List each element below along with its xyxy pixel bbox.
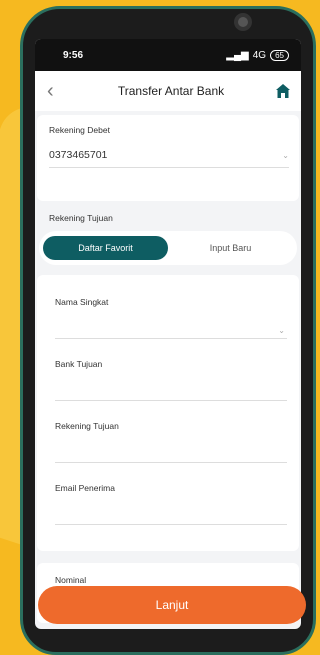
divider: [55, 524, 287, 525]
divider: [55, 400, 287, 401]
status-bar: 9:56 ▂▄▆ 4G 65: [35, 39, 301, 71]
bank-tujuan-field[interactable]: Bank Tujuan: [55, 349, 287, 411]
nama-singkat-field[interactable]: Nama Singkat ⌄: [55, 287, 287, 349]
lanjut-button[interactable]: Lanjut: [38, 586, 306, 624]
rekening-tujuan-field[interactable]: Rekening Tujuan: [55, 411, 287, 473]
camera-icon: [234, 13, 252, 31]
status-time: 9:56: [63, 49, 84, 61]
content: Rekening Debet 0373465701 ⌄ Rekening Tuj…: [35, 115, 301, 623]
email-penerima-field[interactable]: Email Penerima: [55, 473, 287, 535]
network-label: 4G: [252, 49, 267, 61]
tujuan-label: Rekening Tujuan: [49, 213, 113, 223]
chevron-down-icon: ⌄: [282, 150, 289, 160]
tab-daftar-favorit[interactable]: Daftar Favorit: [43, 236, 168, 260]
debet-value: 0373465701: [49, 149, 108, 161]
signal-icon: ▂▄▆: [226, 49, 249, 61]
nominal-label: Nominal: [55, 575, 87, 585]
chevron-left-icon[interactable]: ‹: [47, 81, 67, 101]
app-bar: ‹ Transfer Antar Bank: [35, 71, 301, 111]
home-icon[interactable]: [275, 83, 291, 99]
divider: [55, 338, 287, 339]
nama-singkat-label: Nama Singkat: [55, 297, 109, 307]
status-indicators: ▂▄▆ 4G 65: [226, 49, 289, 61]
debet-select[interactable]: 0373465701 ⌄: [49, 149, 289, 168]
chevron-down-icon: ⌄: [278, 326, 285, 335]
email-penerima-label: Email Penerima: [55, 483, 115, 493]
battery-icon: 65: [270, 49, 289, 61]
phone-frame: 9:56 ▂▄▆ 4G 65 ‹ Transfer Antar Bank Rek…: [20, 6, 316, 655]
debet-label: Rekening Debet: [49, 125, 110, 135]
app-screen: 9:56 ▂▄▆ 4G 65 ‹ Transfer Antar Bank Rek…: [35, 39, 301, 629]
tab-input-baru[interactable]: Input Baru: [168, 236, 293, 260]
recipient-form: Nama Singkat ⌄ Bank Tujuan Rekening Tuju…: [37, 275, 299, 551]
divider: [55, 462, 287, 463]
page-title: Transfer Antar Bank: [117, 84, 225, 98]
debet-card: Rekening Debet 0373465701 ⌄: [37, 115, 299, 201]
rekening-tujuan-label: Rekening Tujuan: [55, 421, 119, 431]
bank-tujuan-label: Bank Tujuan: [55, 359, 103, 369]
recipient-toggle: Daftar Favorit Input Baru: [39, 231, 297, 265]
